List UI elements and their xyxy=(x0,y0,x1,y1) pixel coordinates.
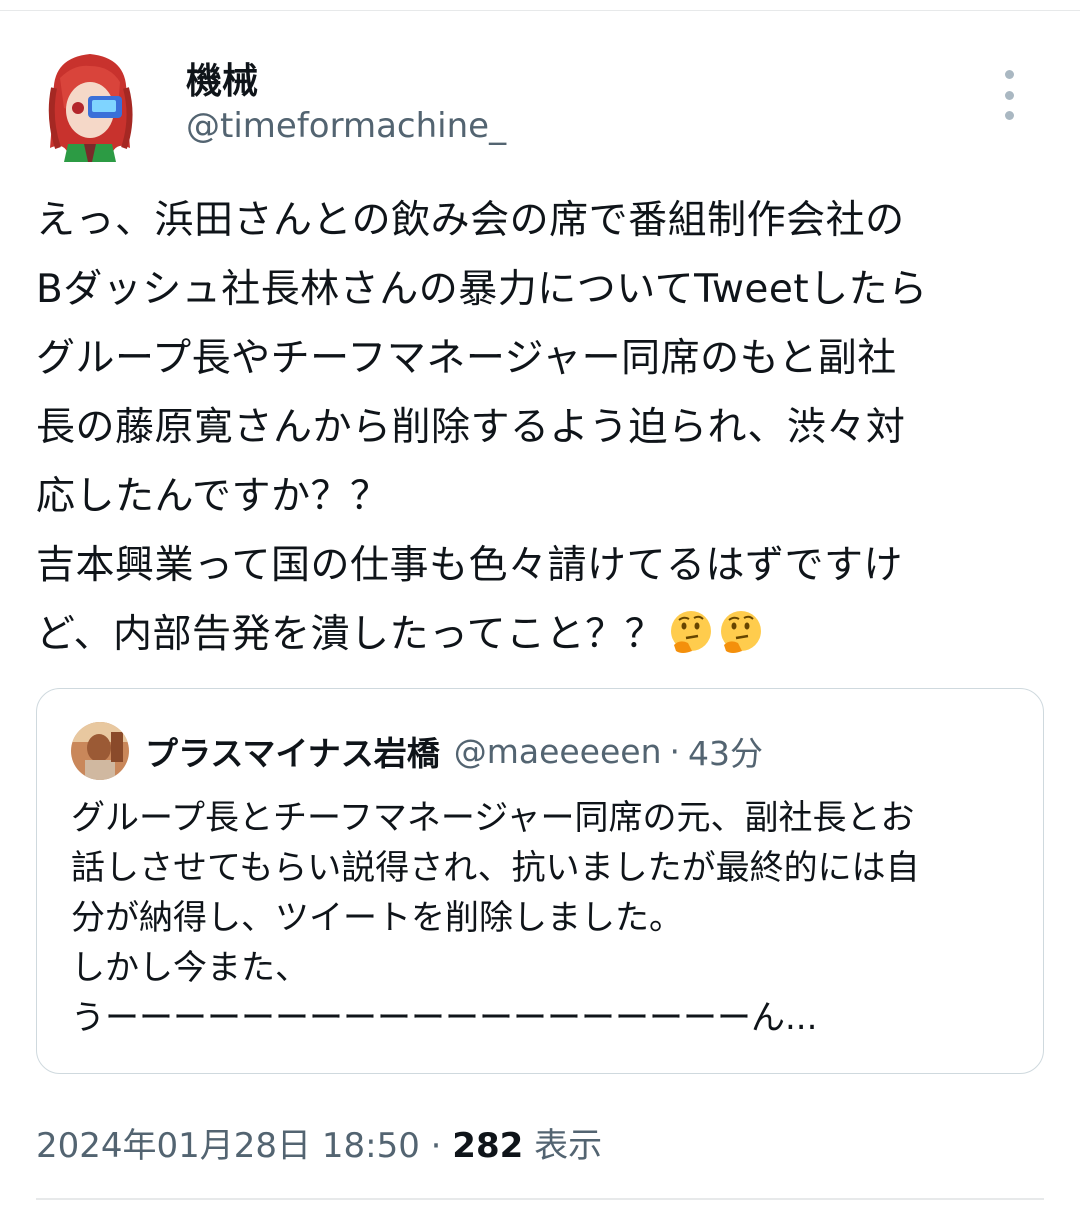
quoted-tweet-text: グループ長とチーフマネージャー同席の元、副社長とお 話しさせてもらい説得され、抗… xyxy=(71,798,920,1038)
tweet-line: 吉本興業って国の仕事も色々請けてるはずですけ xyxy=(36,543,904,588)
tweet-header: 機械 @timeformachine_ xyxy=(44,48,1050,168)
tweet-line: グループ長やチーフマネージャー同席のもと副社 xyxy=(36,336,897,381)
view-count: 282 xyxy=(452,1126,524,1166)
more-dot-icon xyxy=(1004,90,1014,100)
more-dot-icon xyxy=(1004,111,1014,120)
author-avatar[interactable] xyxy=(44,48,136,162)
author-names: 機械 @timeformachine_ xyxy=(186,60,506,148)
view-count-label: 表示 xyxy=(534,1126,603,1166)
quoted-separator: · xyxy=(669,731,681,771)
tweet-line: 応したんですか？？ xyxy=(36,474,390,519)
quoted-tweet-card[interactable]: プラスマイナス岩橋 @maeeeeen · 43分 グループ長とチーフマネージャ… xyxy=(36,688,1044,1074)
quoted-author-avatar-image xyxy=(71,722,129,780)
bottom-divider xyxy=(36,1198,1044,1200)
author-display-name[interactable]: 機械 xyxy=(186,60,506,104)
thinking-face-icon xyxy=(671,611,712,653)
tweet-line: ど、内部告発を潰したってこと？？ xyxy=(36,612,665,657)
tweet-line: えっ、浜田さんとの飲み会の席で番組制作会社の xyxy=(36,198,905,243)
meta-separator: · xyxy=(430,1126,442,1166)
quoted-author-avatar[interactable] xyxy=(71,722,129,780)
quoted-tweet-header: プラスマイナス岩橋 @maeeeeen · 43分 xyxy=(71,721,763,781)
top-divider xyxy=(0,10,1080,11)
quoted-author-handle[interactable]: @maeeeeen xyxy=(454,732,662,771)
tweet-line: Bダッシュ社長林さんの暴力についてTweetしたら xyxy=(36,267,928,312)
quoted-time[interactable]: 43分 xyxy=(688,727,763,775)
tweet-timestamp[interactable]: 2024年01月28日 18:50 xyxy=(36,1126,420,1166)
thinking-face-icon xyxy=(721,611,762,653)
tweet-line: 長の藤原寛さんから削除するよう迫られ、渋々対 xyxy=(36,405,906,450)
tweet-text: えっ、浜田さんとの飲み会の席で番組制作会社の Bダッシュ社長林さんの暴力について… xyxy=(36,186,1046,669)
author-avatar-image xyxy=(44,48,136,162)
more-options-button[interactable] xyxy=(994,70,1024,120)
more-dot-icon xyxy=(1004,70,1014,79)
tweet-meta: 2024年01月28日 18:50 · 282 表示 xyxy=(36,1118,602,1167)
quoted-author-display-name[interactable]: プラスマイナス岩橋 xyxy=(145,727,440,775)
author-handle[interactable]: @timeformachine_ xyxy=(186,104,506,148)
